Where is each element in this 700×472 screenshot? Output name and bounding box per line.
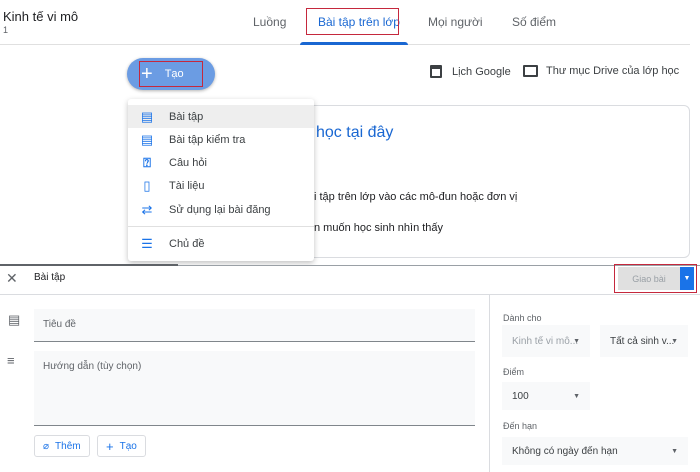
due-date-select[interactable]: Không có ngày đến hạn ▼ [502, 437, 688, 465]
folder-icon [523, 65, 538, 77]
card-text: n muốn học sinh nhìn thấy [314, 222, 444, 234]
students-select[interactable]: Tất cả sinh v... ▼ [600, 325, 688, 357]
plus-icon: + [106, 438, 114, 454]
paperclip-icon: ⌀ [43, 440, 50, 452]
for-label: Dành cho [503, 313, 542, 323]
progress-bar [0, 264, 178, 266]
highlight-box [139, 61, 203, 87]
points-label: Điểm [503, 367, 525, 377]
menu-item-quiz[interactable]: ▤ Bài tập kiểm tra [128, 128, 314, 151]
caret-down-icon: ▼ [573, 392, 580, 400]
due-label: Đến hạn [503, 421, 538, 431]
instructions-input[interactable]: Hướng dẫn (tùy chọn) [34, 351, 475, 426]
menu-item-question[interactable]: ⍰ Câu hỏi [128, 151, 314, 174]
class-section: 1 [3, 25, 9, 35]
menu-item-reuse-post[interactable]: ⇄ Sử dụng lại bài đăng [128, 198, 314, 221]
tab-people[interactable]: Mọi người [428, 15, 483, 29]
quiz-assignment-icon: ▤ [140, 131, 154, 147]
caret-down-icon: ▼ [573, 337, 580, 345]
active-tab-indicator [300, 42, 408, 45]
class-select[interactable]: Kinh tế vi mô... ▼ [502, 325, 590, 357]
menu-item-assignment[interactable]: ▤ Bài tập [128, 105, 314, 128]
highlight-box [306, 8, 399, 35]
points-select[interactable]: 100 ▼ [502, 382, 590, 410]
class-name: Kinh tế vi mô [3, 9, 79, 24]
create-attachment-button[interactable]: + Tạo [97, 435, 146, 457]
card-title: học tại đây [316, 124, 394, 141]
highlight-box [614, 264, 697, 293]
caret-down-icon: ▼ [671, 337, 678, 345]
menu-divider [128, 226, 314, 227]
menu-item-topic[interactable]: ☰ Chủ đề [128, 232, 314, 255]
close-icon[interactable]: ✕ [6, 270, 18, 287]
card-text: i tập trên lớp vào các mô-đun hoặc đơn v… [314, 191, 518, 203]
reuse-icon: ⇄ [141, 201, 153, 217]
drive-folder-link[interactable]: Thư mục Drive của lớp học [523, 65, 679, 77]
tab-stream[interactable]: Luồng [253, 15, 286, 29]
assignment-icon: ▤ [140, 108, 154, 124]
material-icon: ▯ [143, 177, 151, 193]
sidebar-divider [489, 295, 490, 472]
editor-title: Bài tập [34, 272, 66, 283]
calendar-icon [430, 65, 442, 78]
assignment-icon: ▤ [8, 312, 21, 327]
menu-item-material[interactable]: ▯ Tài liệu [128, 174, 314, 197]
topic-icon: ☰ [141, 235, 153, 251]
google-calendar-link[interactable]: Lịch Google [430, 65, 511, 78]
description-icon: ≡ [7, 353, 15, 368]
tab-grades[interactable]: Số điểm [512, 15, 556, 29]
title-input[interactable]: Tiêu đề [34, 309, 475, 342]
add-attachment-button[interactable]: ⌀ Thêm [34, 435, 90, 457]
caret-down-icon: ▼ [671, 447, 678, 455]
editor-header-divider [0, 294, 700, 295]
question-icon: ⍰ [143, 154, 151, 170]
